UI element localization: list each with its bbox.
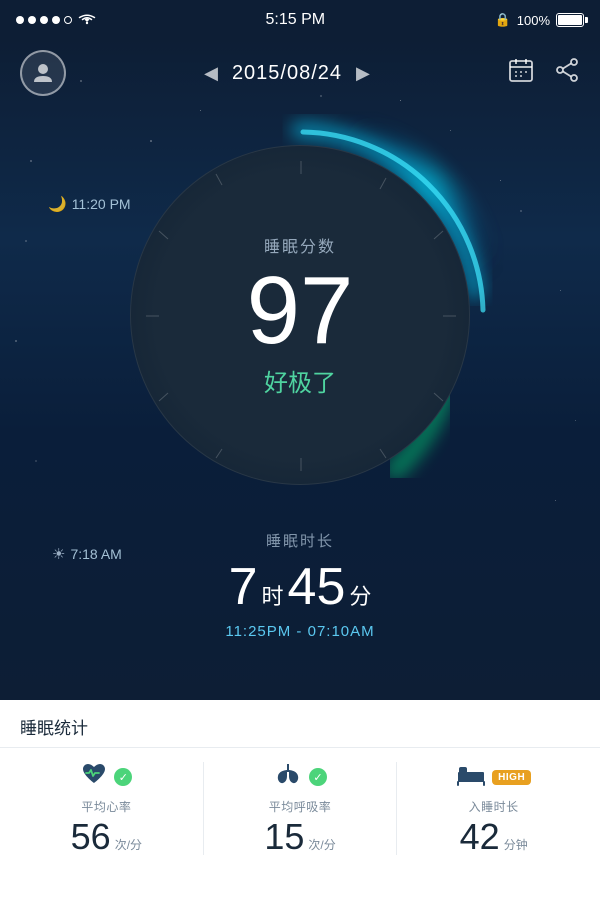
bed-icon (456, 762, 486, 792)
breathing-rate-value: 15 (264, 819, 304, 855)
sleep-start-time: 11:20 PM (72, 196, 131, 212)
dot4 (52, 16, 60, 24)
heart-rate-icon-row: ✓ (80, 762, 132, 792)
battery-fill (558, 15, 582, 25)
duration-section: 睡眠时长 7 时 45 分 11:25PM - 07:10AM (0, 530, 600, 640)
status-bar: 5:15 PM 🔒 100% (0, 0, 600, 40)
stats-title: 睡眠统计 (0, 700, 600, 748)
status-right: 🔒 100% (495, 12, 584, 28)
share-icon[interactable] (554, 57, 580, 89)
tick-marks (131, 146, 471, 486)
sleep-clock: 睡眠分数 97 好极了 (130, 145, 470, 485)
duration-hours-unit: 时 (262, 579, 284, 611)
sleep-onset-unit: 分钟 (504, 836, 528, 853)
battery-icon (556, 13, 584, 27)
heart-icon (80, 762, 108, 792)
duration-minutes-unit: 分 (349, 579, 371, 611)
dot1 (16, 16, 24, 24)
heart-rate-value: 56 (71, 819, 111, 855)
status-time: 5:15 PM (265, 11, 325, 29)
battery-text: 100% (517, 13, 550, 28)
duration-minutes: 45 (288, 557, 346, 617)
dot3 (40, 16, 48, 24)
duration-time-display: 7 时 45 分 (0, 557, 600, 617)
high-badge: HIGH (492, 770, 531, 785)
duration-range: 11:25PM - 07:10AM (0, 623, 600, 640)
sleep-start-label: 🌙 11:20 PM (48, 195, 131, 213)
breathing-rate-name: 平均呼吸率 (269, 798, 332, 815)
breathing-rate-unit: 次/分 (308, 836, 335, 853)
lock-icon: 🔒 (495, 12, 511, 28)
sleep-onset-stat: HIGH 入睡时长 42 分钟 (397, 762, 590, 855)
calendar-icon[interactable] (508, 57, 534, 89)
dot2 (28, 16, 36, 24)
dot5 (64, 16, 72, 24)
next-date-button[interactable]: ▶ (356, 63, 370, 84)
stats-section: 睡眠统计 ✓ 平均心率 56 次/分 (0, 700, 600, 900)
signal-dots (16, 16, 72, 24)
breathing-rate-check: ✓ (309, 768, 327, 786)
heart-rate-unit: 次/分 (115, 836, 142, 853)
sleep-onset-name: 入睡时长 (469, 798, 519, 815)
breathing-rate-icon-row: ✓ (273, 762, 327, 792)
stats-grid: ✓ 平均心率 56 次/分 ✓ 平均呼吸率 (0, 748, 600, 855)
duration-hours: 7 (229, 557, 258, 617)
clock-face: 睡眠分数 97 好极了 (130, 145, 470, 485)
avatar[interactable] (20, 50, 66, 96)
sleep-onset-icon-row: HIGH (456, 762, 531, 792)
sleep-onset-value-row: 42 分钟 (460, 819, 528, 855)
wifi-icon (78, 11, 96, 30)
heart-rate-value-row: 56 次/分 (71, 819, 142, 855)
header-icons (508, 57, 580, 89)
header-nav: ◀ 2015/08/24 ▶ (0, 40, 600, 106)
date-navigation: ◀ 2015/08/24 ▶ (204, 62, 370, 85)
status-left (16, 11, 96, 30)
moon-icon: 🌙 (48, 195, 67, 213)
breathing-rate-stat: ✓ 平均呼吸率 15 次/分 (204, 762, 398, 855)
heart-rate-check: ✓ (114, 768, 132, 786)
lungs-icon (273, 762, 303, 792)
duration-label: 睡眠时长 (0, 530, 600, 551)
heart-rate-name: 平均心率 (81, 798, 131, 815)
breathing-rate-value-row: 15 次/分 (264, 819, 335, 855)
main-area: ◀ 2015/08/24 ▶ (0, 40, 600, 700)
heart-rate-stat: ✓ 平均心率 56 次/分 (10, 762, 204, 855)
sleep-onset-value: 42 (460, 819, 500, 855)
current-date: 2015/08/24 (232, 62, 342, 85)
prev-date-button[interactable]: ◀ (204, 63, 218, 84)
